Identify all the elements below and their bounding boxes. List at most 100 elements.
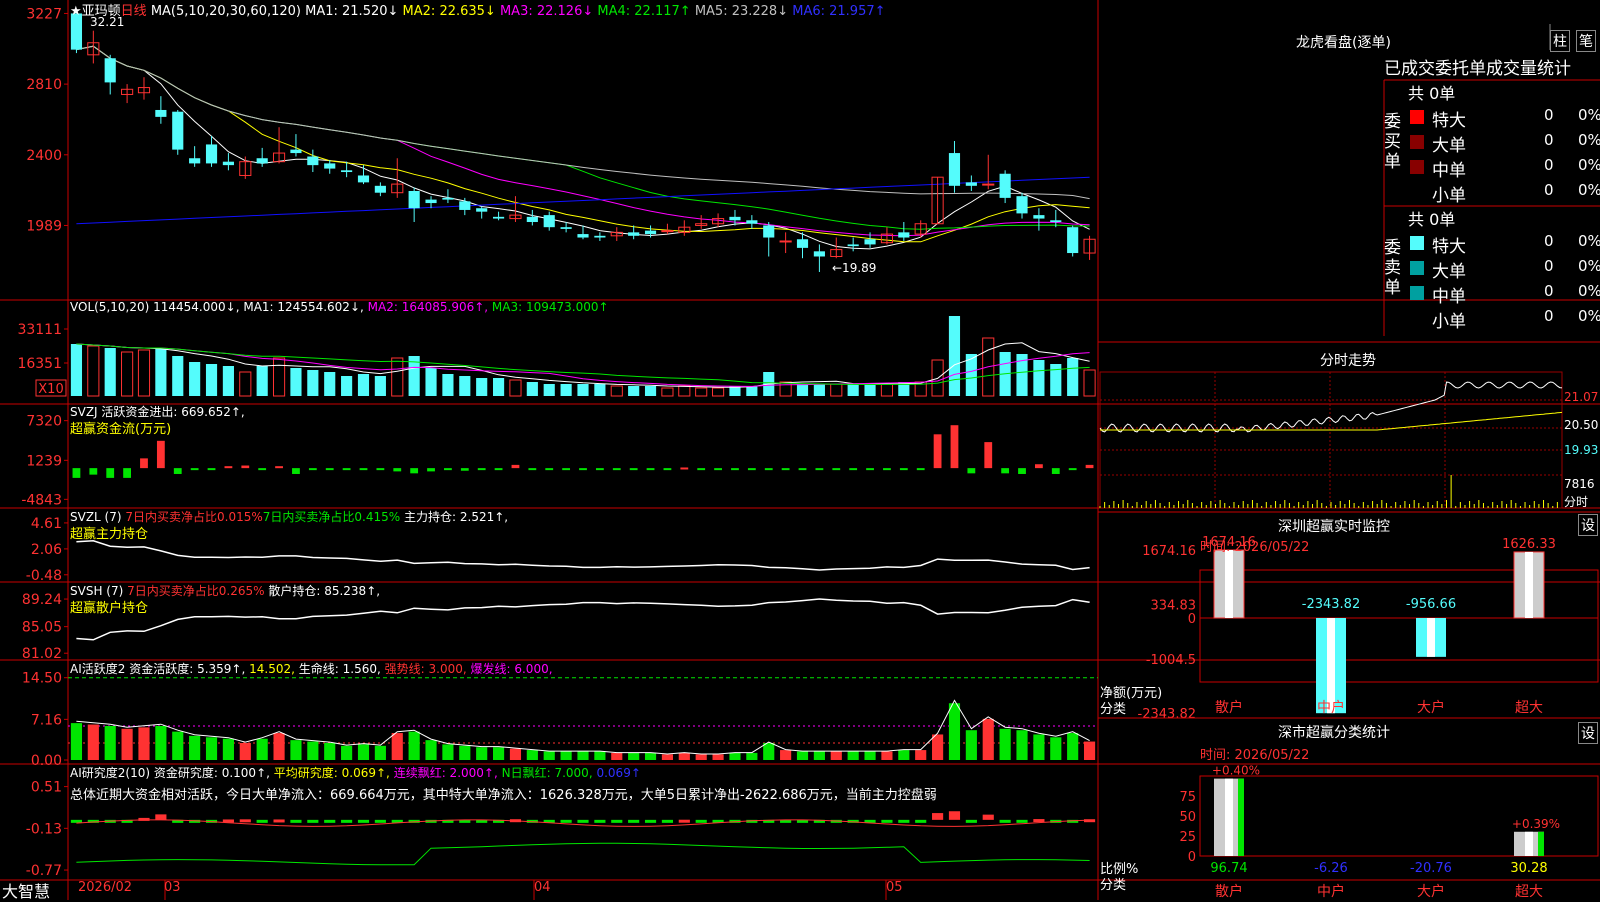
svzj-bar	[1001, 468, 1010, 474]
logo: 大智慧	[2, 882, 51, 901]
volume-bar	[712, 387, 725, 397]
ai1-d: 强势线: 3.000,	[384, 662, 467, 676]
volume-bar	[70, 344, 83, 396]
stats-bar-highlight	[1225, 778, 1233, 856]
svzj-bar	[477, 468, 486, 471]
svsh-label: SVSH (7)	[70, 584, 124, 598]
tick-button[interactable]: 笔	[1576, 30, 1596, 52]
research-bar	[915, 819, 927, 823]
activity-bar	[661, 754, 673, 760]
candle-body	[222, 161, 234, 166]
candle-body	[577, 234, 589, 238]
column-button[interactable]: 柱	[1550, 30, 1570, 52]
activity-bar	[898, 750, 910, 760]
volume-bar	[121, 351, 134, 397]
candle-body	[155, 109, 167, 117]
svzj-bar	[359, 468, 368, 471]
settings-button-1[interactable]: 设	[1578, 514, 1598, 536]
stats-title: 深市超赢分类统计	[1278, 725, 1390, 741]
buy-swatch	[1410, 110, 1424, 124]
settings-button-2[interactable]: 设	[1578, 722, 1598, 744]
activity-bar	[374, 745, 386, 760]
svzj-bar	[950, 425, 959, 469]
candle-body	[442, 197, 454, 200]
svzj-bar	[393, 468, 402, 472]
sell-row-pct: 0%	[1578, 307, 1600, 325]
activity-bar	[678, 752, 690, 760]
candle-body	[982, 183, 995, 186]
stats-axis-label: 75	[1179, 790, 1196, 805]
activity-bar	[847, 751, 859, 760]
stats-cat-1: 中户	[1317, 883, 1345, 900]
sell-row-value: 0	[1544, 282, 1554, 300]
svzj-bar	[545, 468, 554, 471]
ai1-a: 资金活跃度: 5.359↑,	[129, 662, 246, 676]
activity-bar	[290, 740, 302, 760]
ma5-line	[76, 45, 1090, 200]
candle-body	[779, 240, 792, 243]
volume-bar	[628, 386, 640, 396]
activity-bar	[155, 725, 167, 760]
high-note: 32.21	[90, 15, 125, 29]
research-bar	[239, 819, 251, 823]
research-bar	[1016, 819, 1028, 823]
volume-bar	[661, 387, 674, 397]
candle-body	[948, 153, 961, 186]
activity-bar	[1016, 730, 1028, 760]
ai1-label: AI活跃度2	[70, 662, 126, 676]
activity-bar	[1033, 734, 1045, 760]
activity-bar	[493, 747, 505, 760]
svzj-bar	[325, 468, 334, 471]
svzj-bar	[899, 468, 908, 471]
monitor-bar-highlight	[1525, 551, 1533, 618]
research-bar	[374, 819, 386, 823]
research-bar	[611, 819, 623, 823]
svzj-bar	[410, 468, 419, 474]
sell-row-name: 特大	[1432, 237, 1466, 257]
price-axis-label: 3227	[26, 6, 62, 22]
activity-bar	[425, 740, 437, 760]
vol-axis-label: 16351	[17, 356, 62, 372]
svzj-axis-label: 7320	[26, 414, 62, 430]
volume-bar	[290, 368, 302, 396]
candle-body	[560, 227, 572, 229]
svzj-bar	[595, 468, 604, 471]
volume-bar	[256, 366, 268, 396]
sell-row-value: 0	[1544, 257, 1554, 275]
ai1-e: 爆发线: 6.000,	[470, 662, 553, 676]
research-bar	[982, 814, 994, 820]
stats-cat-3: 超大	[1515, 884, 1543, 900]
stats-bar-edge	[1538, 831, 1544, 856]
price-axis-label: 2400	[26, 148, 62, 164]
volume-bar	[425, 368, 437, 396]
research-bar	[661, 819, 673, 823]
volume-bar	[644, 386, 657, 396]
monitor-cat-1: 中户	[1317, 699, 1345, 716]
svzl-line	[76, 540, 1090, 571]
research-bar	[965, 819, 977, 823]
activity-bar	[746, 752, 758, 760]
volume-bar	[509, 379, 522, 397]
svzj-bar	[308, 468, 317, 471]
stats-value-label: -20.76	[1410, 861, 1452, 876]
svsh-axis-label: 81.02	[22, 646, 62, 662]
svzj-bar	[123, 468, 131, 478]
volume-bar	[847, 384, 859, 396]
fs-avg-line	[1100, 411, 1563, 431]
candle-body	[644, 230, 657, 235]
activity-bar	[560, 751, 572, 760]
svzj-bar	[933, 434, 942, 469]
activity-bar	[1050, 737, 1062, 760]
candle-body	[526, 216, 538, 223]
candle-body	[1067, 227, 1079, 254]
period-label[interactable]: 日线	[121, 4, 147, 19]
candle-body	[256, 158, 268, 164]
svzj-bar	[815, 468, 824, 471]
volume-bar	[222, 366, 234, 396]
sell-swatch	[1410, 286, 1424, 300]
svzj-bar	[460, 468, 469, 471]
candle-body	[1016, 196, 1028, 214]
activity-bar	[459, 745, 471, 760]
research-bar	[594, 819, 606, 823]
volume-bar	[779, 381, 792, 397]
